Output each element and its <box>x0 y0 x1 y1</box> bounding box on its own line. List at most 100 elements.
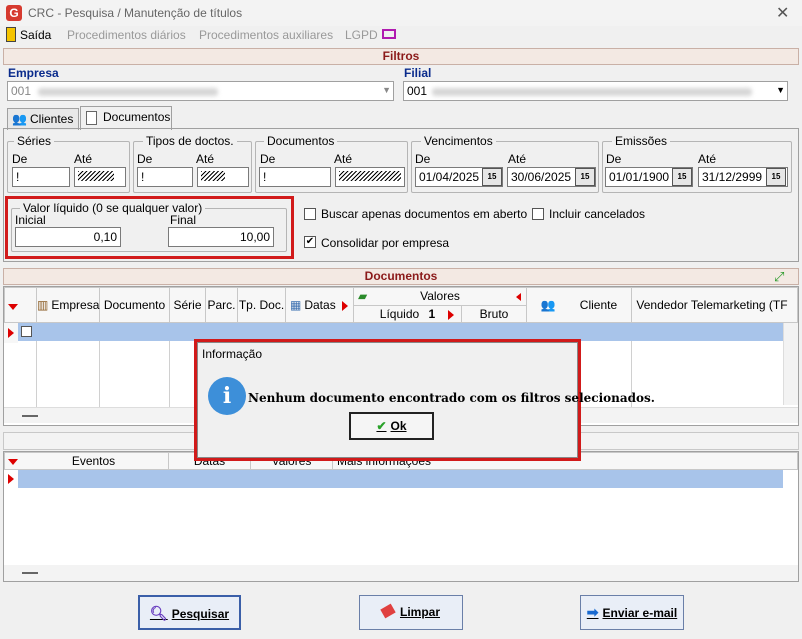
window-title: CRC - Pesquisa / Manutenção de títulos <box>28 6 243 20</box>
scroll-thumb[interactable] <box>22 415 38 417</box>
tab-clientes-label: Clientes <box>30 112 74 126</box>
menu-bar: Saída Procedimentos diários Procedimento… <box>0 26 802 46</box>
monitor-icon[interactable] <box>382 29 396 39</box>
events-grid: Eventos Datas Valores Mais informações <box>3 451 799 582</box>
col-valores-label: Valores <box>420 289 460 303</box>
row-indicator <box>4 470 18 488</box>
expand-icon[interactable]: ⤢ <box>774 269 784 285</box>
cancelados-checkbox[interactable] <box>532 208 544 220</box>
info-icon: i <box>208 377 246 415</box>
col-cliente-label: Cliente <box>579 298 618 312</box>
tab-documentos-label: Documentos <box>103 110 171 124</box>
valor-final-input[interactable]: 10,00 <box>168 227 274 247</box>
col-liquido[interactable]: Líquido 1 <box>354 306 462 324</box>
menu-lgpd[interactable]: LGPD <box>345 28 378 42</box>
ok-label: Ok <box>390 419 407 433</box>
menu-procedimentos-diarios[interactable]: Procedimentos diários <box>67 28 186 42</box>
expand-right-icon[interactable] <box>342 301 348 311</box>
pesquisar-button[interactable]: 🔍︎ Pesquisar <box>138 595 241 630</box>
col-cliente[interactable]: 👥 Cliente <box>527 288 632 322</box>
documentos-title: Documentos <box>264 134 338 148</box>
ok-button[interactable]: ✔ Ok <box>349 412 434 440</box>
emissoes-de-label: De <box>606 152 622 166</box>
emissoes-ate-label: Até <box>698 152 717 166</box>
tipos-de-label: De <box>137 152 153 166</box>
documentos-de-input[interactable]: ! <box>259 167 331 187</box>
document-icon <box>86 111 97 125</box>
calendar-icon[interactable]: 15 <box>575 168 595 186</box>
col-serie[interactable]: Série <box>170 288 206 322</box>
abertos-label: Buscar apenas documentos em aberto <box>321 207 528 221</box>
collapse-left-icon[interactable] <box>516 293 521 301</box>
emissoes-de-value: 01/01/1900 <box>609 170 670 184</box>
series-ate-input[interactable] <box>74 167 126 187</box>
vencimentos-title: Vencimentos <box>421 134 496 148</box>
filial-combo[interactable]: 001 ▼ <box>403 81 788 101</box>
sort-order-badge: 1 <box>428 307 436 321</box>
current-row-icon <box>8 474 14 484</box>
valor-inicial-input[interactable]: 0,10 <box>15 227 121 247</box>
col-parc[interactable]: Parc. <box>206 288 238 322</box>
dialog-title: Informação <box>202 347 263 361</box>
tab-clientes[interactable]: 👥 Clientes <box>7 108 79 130</box>
limpar-button[interactable]: Limpar <box>359 595 463 630</box>
scroll-thumb[interactable] <box>22 572 38 574</box>
row-indicator <box>4 323 18 343</box>
enviar-email-button[interactable]: ➡ Enviar e-mail <box>580 595 684 630</box>
title-bar: G CRC - Pesquisa / Manutenção de títulos… <box>0 0 802 26</box>
current-row-icon <box>8 328 14 338</box>
check-icon: ✔ <box>376 419 387 433</box>
valor-final-label: Final <box>170 213 197 227</box>
abertos-checkbox[interactable] <box>304 208 316 220</box>
dialog-message: Nenhum documento encontrado com os filtr… <box>248 391 655 405</box>
sort-down-icon[interactable] <box>8 304 18 310</box>
sort-down-icon[interactable] <box>8 459 18 465</box>
col-vendedor[interactable]: Vendedor Telemarketing (TF <box>632 288 792 322</box>
col-bruto[interactable]: Bruto <box>462 306 527 324</box>
col-tipo[interactable]: Tp. Doc. <box>238 288 286 322</box>
menu-procedimentos-auxiliares[interactable]: Procedimentos auxiliares <box>199 28 333 42</box>
chevron-down-icon: ▼ <box>382 85 391 95</box>
tab-documentos[interactable]: Documentos <box>80 106 172 130</box>
vencimentos-ate-value: 30/06/2025 <box>511 170 572 184</box>
table-row[interactable] <box>18 470 783 488</box>
vertical-scrollbar[interactable] <box>783 323 798 405</box>
documentos-ate-label: Até <box>334 152 353 166</box>
empresa-combo[interactable]: 001 ▼ <box>7 81 394 101</box>
exit-door-icon <box>6 27 16 42</box>
col-liquido-label: Líquido <box>379 307 420 321</box>
money-icon: ▰ <box>358 289 368 303</box>
col-select <box>19 288 37 322</box>
col-documento[interactable]: Documento <box>100 288 170 322</box>
app-logo-icon: G <box>6 5 22 21</box>
expand-right-icon[interactable] <box>448 310 454 320</box>
cancelados-label: Incluir cancelados <box>549 207 646 221</box>
col-eventos[interactable]: Eventos <box>19 453 169 471</box>
series-de-label: De <box>12 152 28 166</box>
consolidar-checkbox[interactable]: ✔ <box>304 236 316 248</box>
filters-header: Filtros <box>3 48 799 65</box>
empresa-redacted <box>38 88 218 96</box>
close-window-button[interactable]: ✕ <box>776 3 789 23</box>
vencimentos-de-value: 01/04/2025 <box>419 170 480 184</box>
calendar-icon[interactable]: 15 <box>482 168 502 186</box>
eraser-icon <box>380 603 396 619</box>
col-valores[interactable]: ▰ Valores <box>354 288 527 306</box>
horizontal-scrollbar[interactable] <box>4 565 798 581</box>
valor-inicial-label: Inicial <box>15 213 46 227</box>
series-de-input[interactable]: ! <box>12 167 70 187</box>
emissoes-ate-value: 31/12/2999 <box>702 170 763 184</box>
calendar-icon[interactable]: 15 <box>672 168 692 186</box>
col-empresa[interactable]: ▥ Empresa <box>37 288 100 322</box>
table-row[interactable] <box>18 323 783 341</box>
menu-saida[interactable]: Saída <box>20 28 51 42</box>
filial-redacted <box>432 88 752 96</box>
documentos-ate-input[interactable] <box>335 167 405 187</box>
calendar-icon[interactable]: 15 <box>766 168 786 186</box>
vencimentos-de-label: De <box>415 152 431 166</box>
tipos-de-input[interactable]: ! <box>137 167 193 187</box>
tipos-ate-input[interactable] <box>197 167 249 187</box>
consolidar-label: Consolidar por empresa <box>321 236 450 250</box>
row-checkbox[interactable] <box>21 326 32 337</box>
series-title: Séries <box>14 134 55 148</box>
